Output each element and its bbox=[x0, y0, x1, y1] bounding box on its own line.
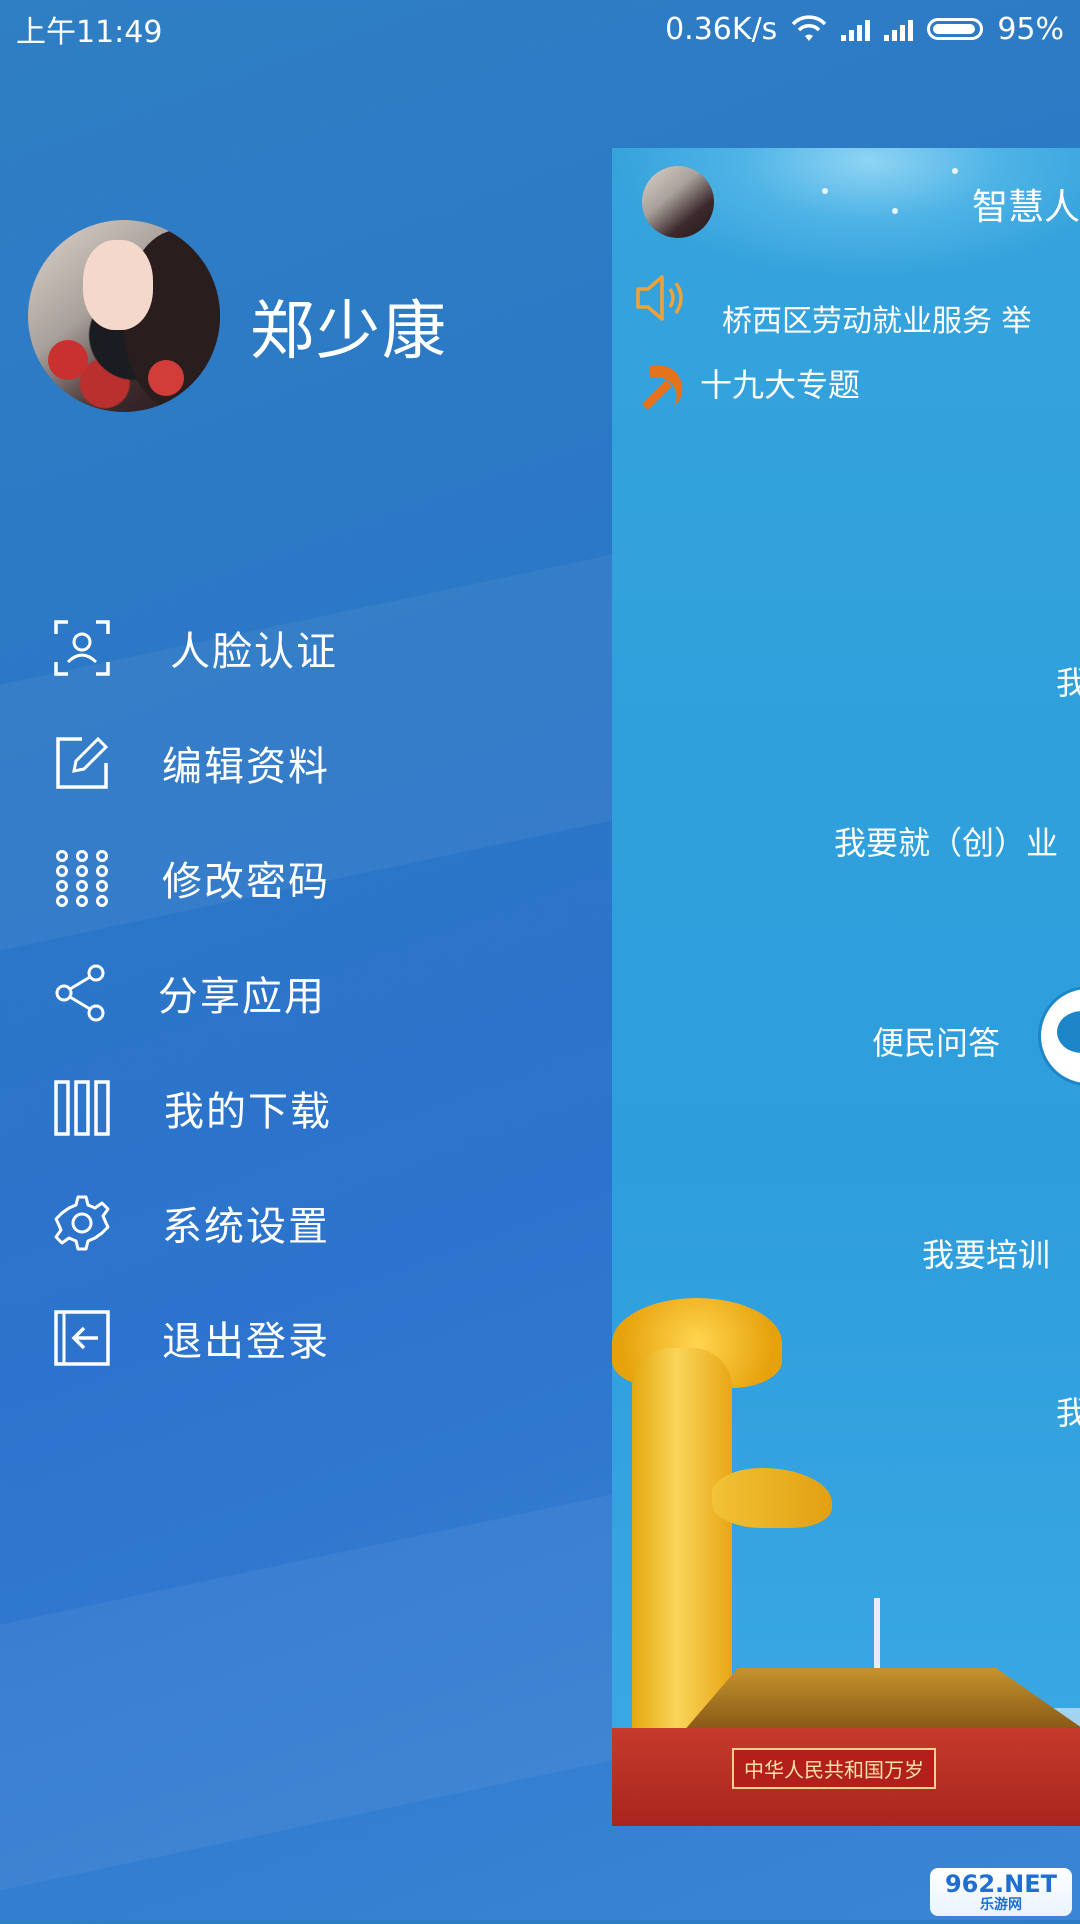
user-name: 郑少康 bbox=[250, 295, 448, 369]
menu-item-edit-profile[interactable]: 编辑资料 bbox=[0, 705, 600, 820]
link-employment[interactable]: 我要就（创）业 bbox=[834, 818, 1058, 864]
chat-icon[interactable] bbox=[1038, 986, 1080, 1086]
logout-icon bbox=[54, 1309, 110, 1366]
signal-icon bbox=[841, 17, 871, 41]
topic-link[interactable]: 十九大专题 bbox=[700, 360, 860, 406]
keypad-icon bbox=[56, 849, 108, 907]
watermark-main: 962.NET bbox=[944, 1870, 1058, 1898]
link-partial[interactable]: 我 bbox=[1056, 658, 1080, 704]
huabiao-wing bbox=[712, 1468, 832, 1528]
link-partial[interactable]: 我 bbox=[1056, 1388, 1080, 1434]
status-time: 上午11:49 bbox=[16, 15, 163, 50]
status-bar: 上午11:49 0.36K/s 95% bbox=[0, 0, 1080, 58]
star-decoration bbox=[822, 188, 828, 194]
panel-avatar[interactable] bbox=[642, 166, 714, 238]
avatar[interactable] bbox=[28, 220, 220, 412]
menu-label: 编辑资料 bbox=[162, 743, 330, 790]
menu-item-my-downloads[interactable]: 我的下载 bbox=[0, 1050, 600, 1165]
menu-item-share-app[interactable]: 分享应用 bbox=[0, 935, 600, 1050]
menu-item-settings[interactable]: 系统设置 bbox=[0, 1165, 600, 1280]
star-decoration bbox=[892, 208, 898, 214]
signal-icon bbox=[884, 17, 914, 41]
speaker-icon bbox=[636, 275, 683, 321]
wifi-icon bbox=[792, 15, 827, 41]
watermark-logo: 962.NET 乐游网 bbox=[930, 1868, 1072, 1916]
gear-icon bbox=[54, 1195, 110, 1250]
menu-label: 系统设置 bbox=[162, 1203, 330, 1250]
status-indicators: 0.36K/s 95% bbox=[665, 12, 1064, 47]
battery-icon bbox=[927, 18, 984, 40]
menu-label: 人脸认证 bbox=[170, 628, 338, 675]
watermark-sub: 乐游网 bbox=[980, 1897, 1022, 1913]
menu-label: 修改密码 bbox=[162, 858, 330, 905]
drawer-menu: 人脸认证 编辑资料 修改密码 分享应用 我的下载 系统设置 退出登录 bbox=[0, 590, 600, 1395]
announcement-marquee[interactable]: 桥西区劳动就业服务 举 bbox=[722, 296, 1032, 340]
edit-icon bbox=[56, 736, 109, 789]
share-icon bbox=[55, 964, 105, 1021]
battery-percent: 95% bbox=[997, 11, 1064, 47]
menu-item-logout[interactable]: 退出登录 bbox=[0, 1280, 600, 1395]
main-panel-preview[interactable]: 智慧人 桥西区劳动就业服务 举 十九大专题 我 我要就（创）业 便民问答 我要培… bbox=[612, 148, 1080, 1826]
menu-label: 分享应用 bbox=[158, 973, 326, 1020]
panel-title: 智慧人 bbox=[972, 187, 1080, 228]
star-decoration bbox=[952, 168, 958, 174]
menu-item-face-auth[interactable]: 人脸认证 bbox=[0, 590, 600, 705]
party-emblem-icon bbox=[642, 365, 683, 410]
gate-banner: 中华人民共和国万岁 bbox=[732, 1748, 936, 1789]
network-speed: 0.36K/s bbox=[665, 11, 778, 47]
menu-label: 退出登录 bbox=[162, 1318, 330, 1365]
face-scan-icon bbox=[54, 619, 110, 676]
menu-label: 我的下载 bbox=[164, 1088, 332, 1135]
download-library-icon bbox=[54, 1079, 110, 1136]
link-training[interactable]: 我要培训 bbox=[922, 1230, 1050, 1276]
menu-item-change-password[interactable]: 修改密码 bbox=[0, 820, 600, 935]
link-qa[interactable]: 便民问答 bbox=[872, 1018, 1000, 1064]
